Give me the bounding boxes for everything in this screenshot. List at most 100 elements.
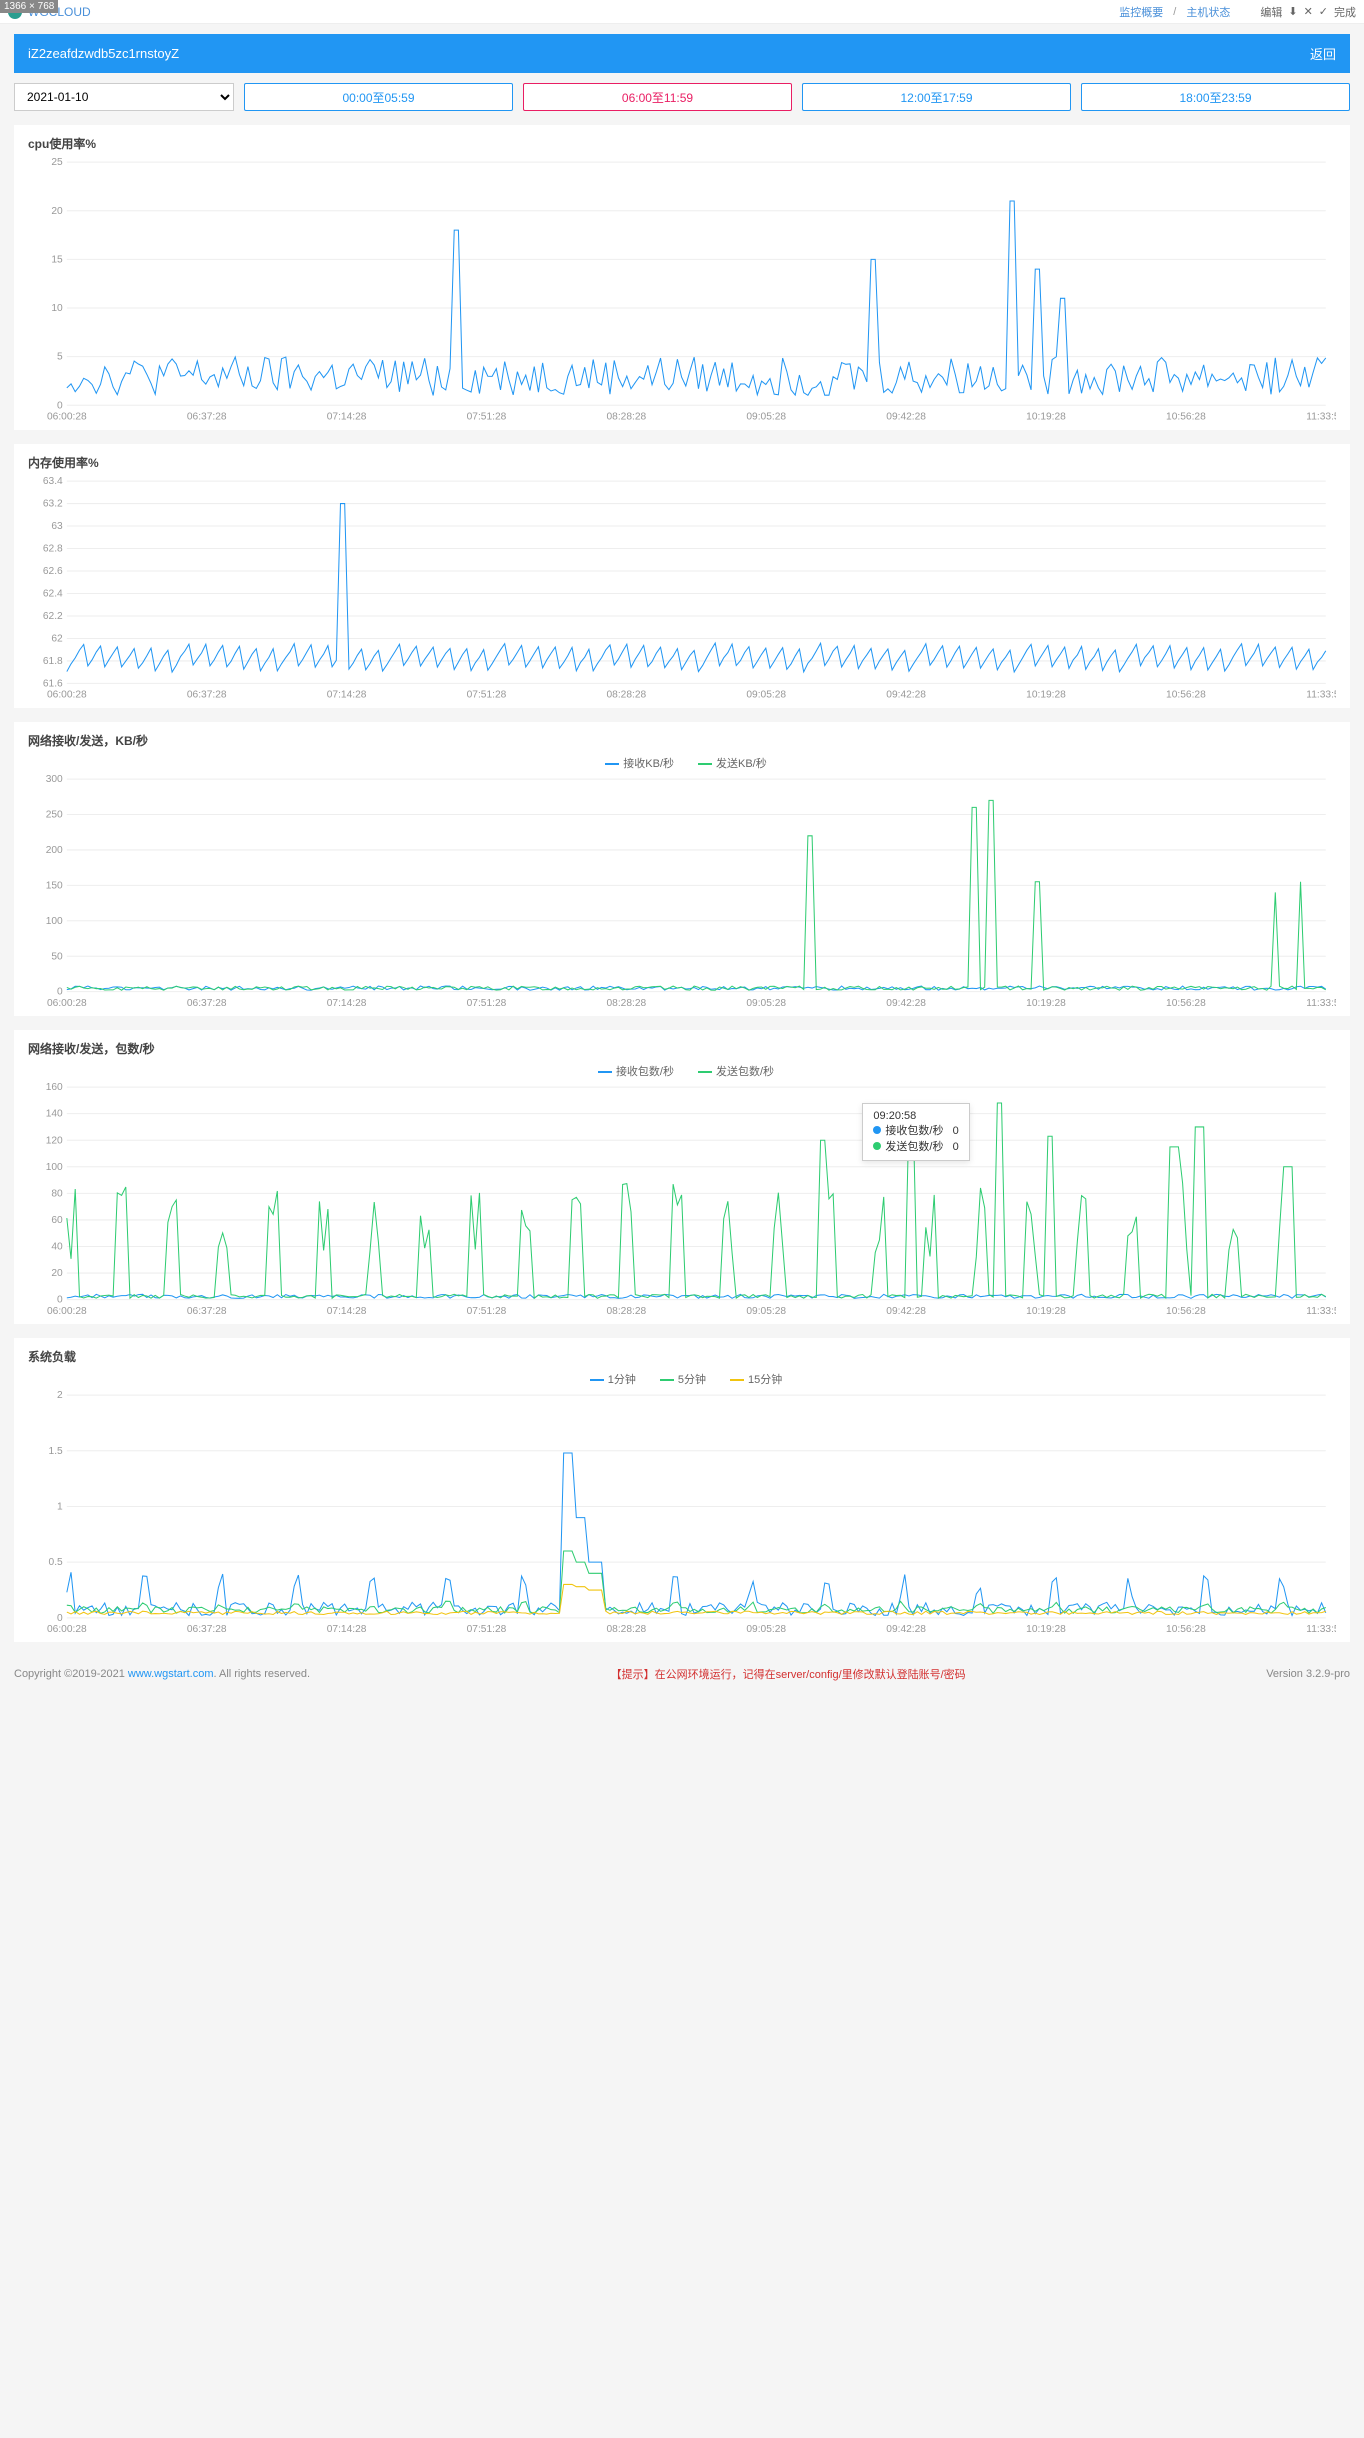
footer: Copyright ©2019-2021 www.wgstart.com. Al… — [0, 1652, 1364, 1696]
svg-text:06:37:28: 06:37:28 — [187, 1624, 227, 1635]
svg-text:60: 60 — [51, 1215, 63, 1226]
svg-text:06:37:28: 06:37:28 — [187, 689, 227, 700]
svg-text:25: 25 — [51, 158, 63, 168]
svg-text:200: 200 — [46, 845, 63, 856]
chart-block: 系统负载1分钟5分钟15分钟00.511.5206:00:2806:37:280… — [14, 1338, 1350, 1642]
close-icon[interactable]: ✕ — [1304, 5, 1313, 18]
svg-text:09:05:28: 09:05:28 — [746, 689, 786, 700]
chart-title: 网络接收/发送，包数/秒 — [28, 1040, 1336, 1057]
breadcrumb-sep: / — [1173, 6, 1176, 18]
svg-text:10:19:28: 10:19:28 — [1026, 1305, 1066, 1316]
svg-text:62.6: 62.6 — [43, 566, 63, 577]
svg-text:1: 1 — [57, 1501, 63, 1512]
svg-text:07:14:28: 07:14:28 — [327, 997, 367, 1008]
svg-text:07:51:28: 07:51:28 — [467, 997, 507, 1008]
svg-text:07:51:28: 07:51:28 — [467, 689, 507, 700]
chart-legend: 接收KB/秒发送KB/秒 — [28, 755, 1336, 771]
svg-text:07:14:28: 07:14:28 — [327, 1305, 367, 1316]
svg-text:07:51:28: 07:51:28 — [467, 1624, 507, 1635]
svg-text:11:33:58: 11:33:58 — [1306, 1305, 1336, 1316]
svg-text:62.2: 62.2 — [43, 611, 63, 622]
svg-text:09:42:28: 09:42:28 — [886, 997, 926, 1008]
download-icon[interactable]: ⬇ — [1288, 5, 1297, 18]
svg-text:100: 100 — [46, 915, 63, 926]
svg-text:0.5: 0.5 — [49, 1557, 64, 1568]
warning-text: 【提示】在公网环境运行，记得在server/config/里修改默认登陆账号/密… — [611, 1666, 966, 1682]
svg-text:10:56:28: 10:56:28 — [1166, 997, 1206, 1008]
window-toolbar: 编辑 ⬇ ✕ ✓ 完成 — [1260, 4, 1356, 20]
breadcrumb-a[interactable]: 监控概要 — [1119, 4, 1163, 20]
svg-text:100: 100 — [46, 1161, 63, 1172]
svg-text:62.8: 62.8 — [43, 543, 63, 554]
svg-text:07:14:28: 07:14:28 — [327, 412, 367, 423]
chart-legend: 1分钟5分钟15分钟 — [28, 1371, 1336, 1387]
chart-svg: 051015202506:00:2806:37:2807:14:2807:51:… — [28, 158, 1336, 424]
svg-text:10:56:28: 10:56:28 — [1166, 689, 1206, 700]
svg-text:63: 63 — [51, 521, 63, 532]
svg-text:0: 0 — [57, 986, 63, 997]
svg-text:40: 40 — [51, 1241, 63, 1252]
breadcrumb-b[interactable]: 主机状态 — [1186, 4, 1230, 20]
time-range-button[interactable]: 00:00至05:59 — [244, 83, 513, 111]
svg-text:11:33:58: 11:33:58 — [1306, 689, 1336, 700]
svg-text:62.4: 62.4 — [43, 588, 63, 599]
svg-text:62: 62 — [51, 633, 63, 644]
svg-text:07:51:28: 07:51:28 — [467, 412, 507, 423]
back-button[interactable]: 返回 — [1310, 44, 1336, 63]
svg-text:0: 0 — [57, 1612, 63, 1623]
svg-text:09:42:28: 09:42:28 — [886, 412, 926, 423]
version-text: Version 3.2.9-pro — [1266, 1668, 1350, 1680]
svg-text:09:05:28: 09:05:28 — [746, 997, 786, 1008]
done-button[interactable]: 完成 — [1334, 4, 1356, 20]
svg-text:09:42:28: 09:42:28 — [886, 1305, 926, 1316]
svg-text:160: 160 — [46, 1083, 63, 1093]
host-name: iZ2zeafdzwdb5zc1rnstoyZ — [28, 46, 179, 61]
svg-text:10:56:28: 10:56:28 — [1166, 1624, 1206, 1635]
chart-legend: 接收包数/秒发送包数/秒 — [28, 1063, 1336, 1079]
svg-text:09:42:28: 09:42:28 — [886, 689, 926, 700]
svg-text:63.2: 63.2 — [43, 498, 63, 509]
chart-block: 内存使用率%61.661.86262.262.462.662.86363.263… — [14, 444, 1350, 708]
time-range-button[interactable]: 12:00至17:59 — [802, 83, 1071, 111]
svg-text:07:51:28: 07:51:28 — [467, 1305, 507, 1316]
chart-block: cpu使用率%051015202506:00:2806:37:2807:14:2… — [14, 125, 1350, 430]
done-icon[interactable]: ✓ — [1319, 5, 1328, 18]
svg-text:150: 150 — [46, 880, 63, 891]
svg-text:07:14:28: 07:14:28 — [327, 1624, 367, 1635]
svg-text:09:42:28: 09:42:28 — [886, 1624, 926, 1635]
svg-text:07:14:28: 07:14:28 — [327, 689, 367, 700]
chart-title: 网络接收/发送，KB/秒 — [28, 732, 1336, 749]
svg-text:10:56:28: 10:56:28 — [1166, 1305, 1206, 1316]
svg-text:80: 80 — [51, 1188, 63, 1199]
chart-svg: 00.511.5206:00:2806:37:2807:14:2807:51:2… — [28, 1391, 1336, 1636]
date-select[interactable]: 2021-01-10 — [14, 83, 234, 111]
chart-svg: 05010015020025030006:00:2806:37:2807:14:… — [28, 775, 1336, 1010]
time-range-button[interactable]: 06:00至11:59 — [523, 83, 792, 111]
chart-svg: 61.661.86262.262.462.662.86363.263.406:0… — [28, 477, 1336, 702]
svg-text:300: 300 — [46, 775, 63, 785]
svg-text:250: 250 — [46, 809, 63, 820]
svg-text:06:00:28: 06:00:28 — [47, 412, 87, 423]
chart-block: 网络接收/发送，包数/秒接收包数/秒发送包数/秒0204060801001201… — [14, 1030, 1350, 1324]
svg-text:20: 20 — [51, 206, 63, 217]
svg-text:06:37:28: 06:37:28 — [187, 412, 227, 423]
chart-tooltip: 09:20:58接收包数/秒 0发送包数/秒 0 — [862, 1103, 969, 1161]
svg-text:06:37:28: 06:37:28 — [187, 997, 227, 1008]
svg-text:15: 15 — [51, 254, 63, 265]
svg-text:08:28:28: 08:28:28 — [607, 412, 647, 423]
site-link[interactable]: www.wgstart.com — [128, 1668, 214, 1680]
brand-name: WGCLOUD — [28, 5, 1119, 19]
svg-text:140: 140 — [46, 1108, 63, 1119]
svg-text:0: 0 — [57, 400, 63, 411]
svg-text:09:05:28: 09:05:28 — [746, 1624, 786, 1635]
host-banner: iZ2zeafdzwdb5zc1rnstoyZ 返回 — [14, 34, 1350, 73]
svg-text:2: 2 — [57, 1391, 63, 1401]
edit-button[interactable]: 编辑 — [1260, 4, 1282, 20]
svg-text:06:37:28: 06:37:28 — [187, 1305, 227, 1316]
svg-text:1.5: 1.5 — [49, 1445, 64, 1456]
time-range-button[interactable]: 18:00至23:59 — [1081, 83, 1350, 111]
svg-text:61.8: 61.8 — [43, 656, 63, 667]
chart-svg: 02040608010012014016006:00:2806:37:2807:… — [28, 1083, 1336, 1318]
svg-text:10:19:28: 10:19:28 — [1026, 997, 1066, 1008]
svg-text:06:00:28: 06:00:28 — [47, 997, 87, 1008]
